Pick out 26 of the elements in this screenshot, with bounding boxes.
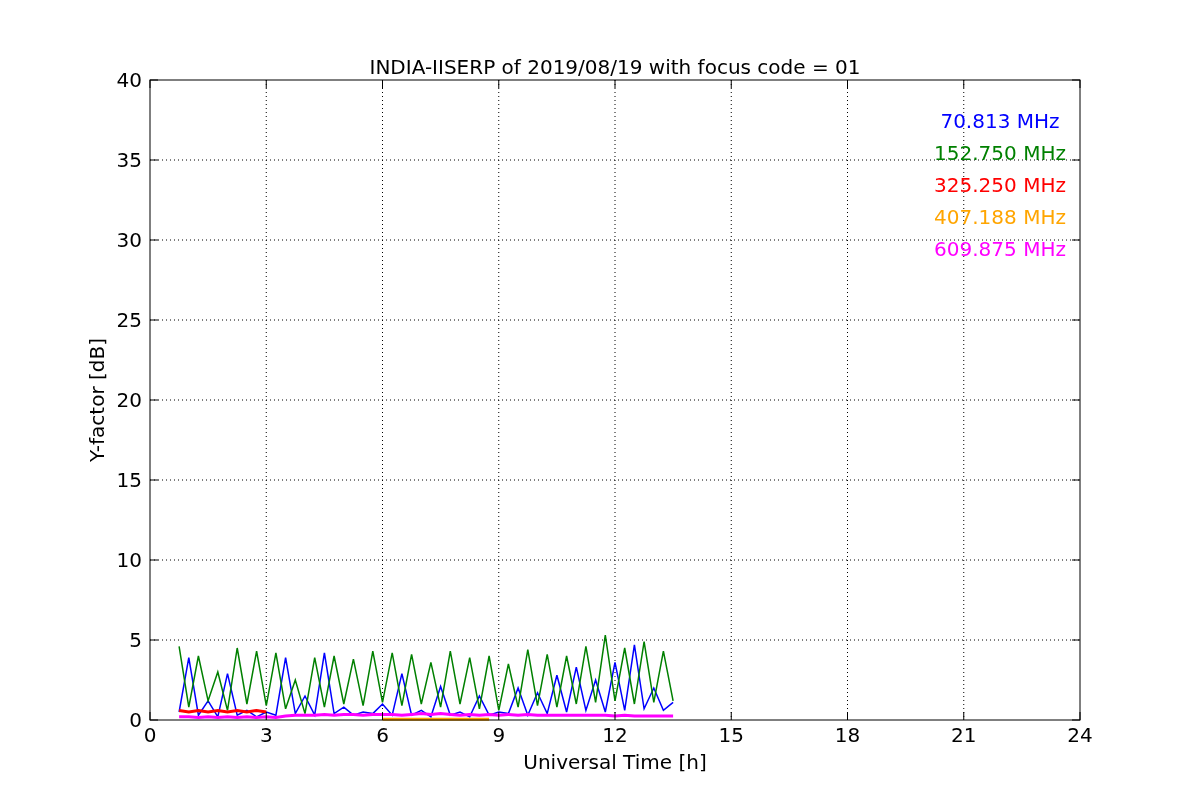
x-axis-label: Universal Time [h] (523, 750, 707, 774)
x-tick-label: 24 (1067, 723, 1093, 747)
x-tick-label: 15 (718, 723, 744, 747)
y-tick-label: 5 (129, 628, 142, 652)
legend-entry: 609.875 MHz (934, 237, 1066, 261)
x-tick-label: 3 (259, 723, 273, 747)
x-tick-label: 21 (951, 723, 977, 747)
y-tick-label: 0 (129, 708, 142, 732)
x-tick-label: 0 (143, 723, 157, 747)
x-tick-label: 12 (602, 723, 628, 747)
y-tick-label: 30 (116, 228, 142, 252)
x-tick-label: 18 (834, 723, 861, 747)
y-tick-label: 25 (116, 308, 142, 332)
y-tick-label: 15 (116, 468, 142, 492)
y-tick-label: 20 (116, 388, 142, 412)
legend-entry: 407.188 MHz (934, 205, 1066, 229)
y-tick-label: 40 (116, 68, 142, 92)
x-tick-label: 6 (376, 723, 389, 747)
legend-entry: 325.250 MHz (934, 173, 1066, 197)
y-axis-label: Y-factor [dB] (85, 338, 109, 462)
chart-title: INDIA-IISERP of 2019/08/19 with focus code = 01 (369, 55, 861, 79)
y-tick-label: 35 (116, 148, 142, 172)
legend-entry: 152.750 MHz (934, 141, 1066, 165)
legend-entry: 70.813 MHz (940, 109, 1060, 133)
x-tick-label: 9 (492, 723, 506, 747)
y-tick-label: 10 (116, 548, 142, 572)
